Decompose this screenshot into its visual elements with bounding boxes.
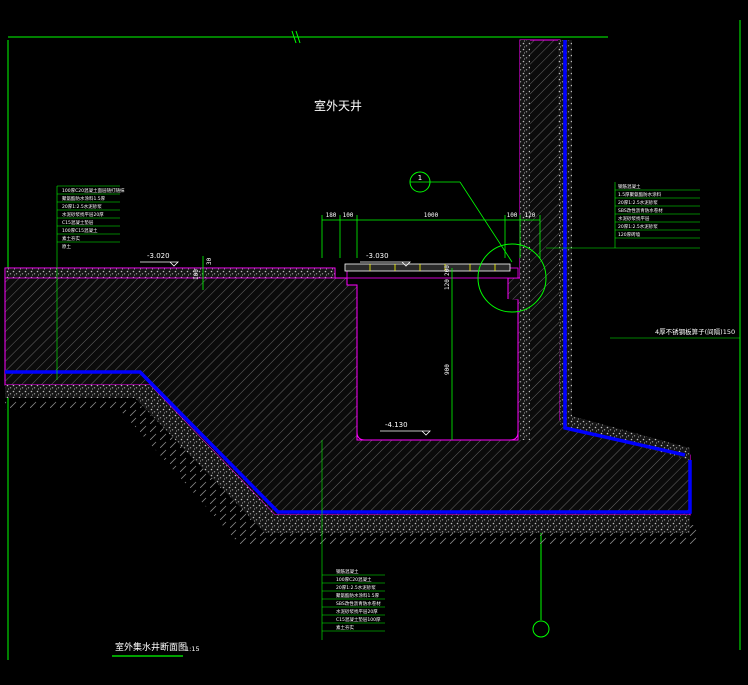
left-note-3: 20厚1:2.5水泥砂浆 xyxy=(62,203,102,210)
right-note-7: 120厚砖墙 xyxy=(618,231,641,238)
left-note-6: 100厚C15混凝土 xyxy=(62,227,98,234)
dim-v-3: 120 xyxy=(444,279,451,290)
drawing-title: 室外天井 xyxy=(314,98,362,113)
dim-top-2: 100 xyxy=(343,212,354,219)
axis-bubble xyxy=(532,620,550,638)
bottom-note-2: 100厚C20混凝土 xyxy=(336,576,372,583)
bottom-note-5: SBS改性沥青防水卷材 xyxy=(336,600,381,607)
left-notes: 100厚C20混凝土面层随打随抹 聚氨酯防水涂料1.5厚 20厚1:2.5水泥砂… xyxy=(62,187,125,250)
dim-v-5: 900 xyxy=(444,364,451,375)
dim-top-5: 120 xyxy=(525,212,536,219)
dim-v-2: 30 xyxy=(206,257,213,265)
left-note-5: C15混凝土垫层 xyxy=(62,219,94,226)
side-note: 4厚不锈钢板箅子(间隔)150 xyxy=(655,327,735,336)
level-left: -3.020 xyxy=(147,252,170,260)
bottom-note-6: 水泥砂浆找平层20厚 xyxy=(336,608,378,615)
level-bottom: -4.130 xyxy=(385,421,408,429)
right-note-4: SBS改性沥青防水卷材 xyxy=(618,207,663,214)
right-note-5: 水泥砂浆找平层 xyxy=(618,215,650,222)
left-note-8: 原土 xyxy=(62,243,71,250)
bottom-notes: 钢筋混凝土 100厚C20混凝土 20厚1:2.5水泥砂浆 聚氨酯防水涂料1.5… xyxy=(336,568,381,631)
bottom-note-1: 钢筋混凝土 xyxy=(336,568,359,575)
dim-v-1: 100 xyxy=(193,269,200,280)
bottom-note-8: 素土夯实 xyxy=(336,624,354,631)
bottom-note-3: 20厚1:2.5水泥砂浆 xyxy=(336,584,376,591)
bottom-note-4: 聚氨酯防水涂料1.5厚 xyxy=(336,592,380,599)
left-note-1: 100厚C20混凝土面层随打随抹 xyxy=(62,187,125,194)
dim-top-1: 180 xyxy=(326,212,337,219)
grate xyxy=(344,263,511,272)
bottom-note-7: C15混凝土垫层100厚 xyxy=(336,616,381,623)
section-mark-number: 1 xyxy=(418,174,422,182)
right-note-3: 20厚1:2.5水泥砂浆 xyxy=(618,199,658,206)
left-note-2: 聚氨酯防水涂料1.5厚 xyxy=(62,195,106,202)
dim-v-4: 200 xyxy=(444,265,451,276)
right-note-1: 钢筋混凝土 xyxy=(618,183,641,190)
sump-pit xyxy=(346,267,519,441)
right-note-2: 1.5厚聚氨酯防水涂料 xyxy=(618,191,662,198)
right-notes: 钢筋混凝土 1.5厚聚氨酯防水涂料 20厚1:2.5水泥砂浆 SBS改性沥青防水… xyxy=(618,183,663,238)
top-dimension-chain xyxy=(321,215,541,258)
left-note-4: 水泥砂浆找平层20厚 xyxy=(62,211,104,218)
section-scale: 1:15 xyxy=(185,645,200,653)
cad-drawing-canvas: 1 180 100 1000 100 120 100 30 120 200 90… xyxy=(4,20,741,660)
dim-top-3: 1000 xyxy=(424,212,439,219)
left-note-7: 素土夯实 xyxy=(62,235,80,242)
dim-top-4: 100 xyxy=(507,212,518,219)
level-grate: -3.030 xyxy=(366,252,389,260)
right-note-6: 20厚1:2.5水泥砂浆 xyxy=(618,223,658,230)
section-title: 室外集水井断面图 xyxy=(115,641,187,653)
